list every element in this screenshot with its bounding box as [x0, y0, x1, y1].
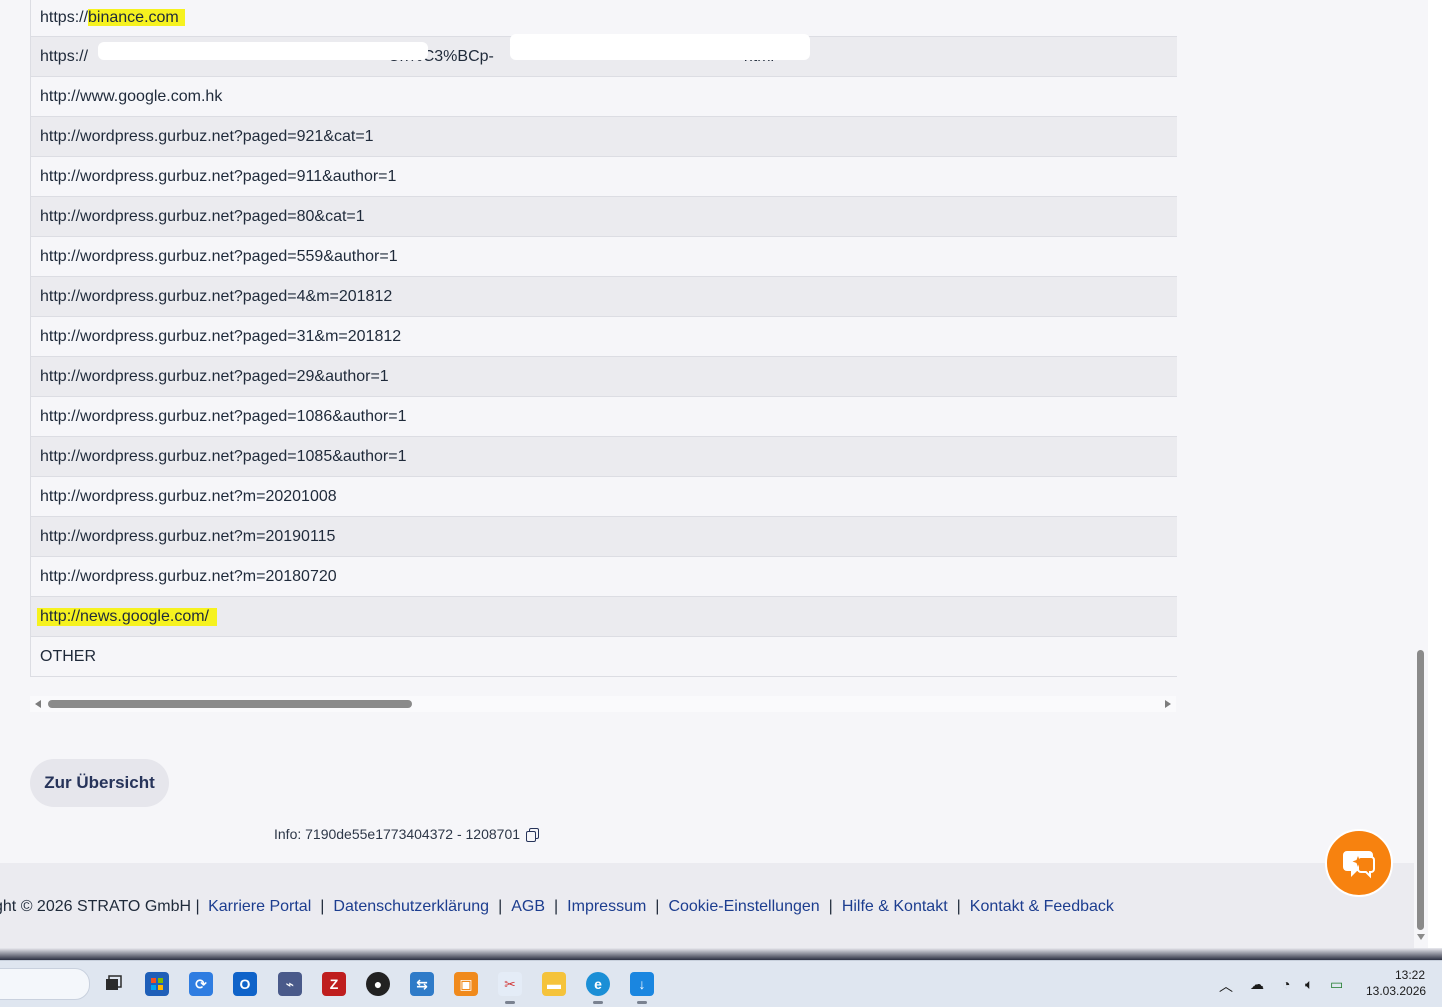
referrer-url[interactable]: http://wordpress.gurbuz.net?paged=911&au…	[40, 168, 396, 186]
copyright-text: ght © 2026 STRATO GmbH |	[0, 898, 200, 915]
footer-link-privacy[interactable]: Datenschutzerklärung	[333, 898, 489, 915]
taskbar: ⟳ O ⌁ Z ● ⇆ ▣ ✂ ▬ e ↓ ︿ ☁ ◔ 🔈︎ ▭ 13:22 1…	[0, 960, 1442, 1007]
volume-icon[interactable]: 🔈︎	[1305, 976, 1313, 993]
table-row: http://wordpress.gurbuz.net?paged=921&ca…	[31, 117, 1177, 157]
table-row: https://binance.com	[31, 0, 1177, 37]
info-line: Info: 7190de55e1773404372 - 1208701	[274, 826, 540, 842]
redaction-mark	[98, 41, 428, 60]
filezilla-icon[interactable]: Z	[322, 972, 346, 996]
window-edge	[1428, 0, 1442, 960]
media-player-icon[interactable]: ●	[366, 972, 390, 996]
browser-viewport: https://binance.com https://Cn%C3%BCp-ht…	[0, 0, 1414, 948]
window-bottom-edge	[0, 948, 1442, 960]
table-row: http://wordpress.gurbuz.net?paged=4&m=20…	[31, 277, 1177, 317]
table-row: http://wordpress.gurbuz.net?paged=1085&a…	[31, 437, 1177, 477]
referrer-url-redacted[interactable]: https://Cn%C3%BCp-html	[40, 33, 810, 66]
task-view-icon[interactable]	[101, 972, 125, 996]
compare-tool-icon[interactable]: ⇆	[410, 972, 434, 996]
outlook-icon[interactable]: O	[233, 972, 257, 996]
taskbar-search-box[interactable]	[0, 968, 90, 1000]
referrer-url[interactable]: http://wordpress.gurbuz.net?paged=29&aut…	[40, 368, 389, 386]
referrer-url[interactable]: http://wordpress.gurbuz.net?m=20201008	[40, 488, 337, 506]
referrer-url[interactable]: http://wordpress.gurbuz.net?m=20180720	[40, 568, 337, 586]
footer-link-terms[interactable]: AGB	[511, 898, 545, 915]
scroll-down-arrow-icon[interactable]	[1417, 934, 1425, 940]
referrer-other: OTHER	[40, 647, 96, 665]
show-hidden-icons-chevron-icon[interactable]: ︿	[1219, 976, 1233, 996]
clock-time[interactable]: 13:22	[1395, 968, 1425, 982]
vertical-scrollbar[interactable]	[1414, 0, 1428, 948]
battery-icon[interactable]: ▭	[1330, 976, 1343, 993]
table-row: http://wordpress.gurbuz.net?paged=911&au…	[31, 157, 1177, 197]
table-row: http://wordpress.gurbuz.net?paged=1086&a…	[31, 397, 1177, 437]
app-running-indicator	[505, 1001, 515, 1004]
edge-browser-icon[interactable]: e	[586, 972, 610, 996]
chat-sparkle-icon	[1343, 851, 1375, 879]
vertical-scroll-thumb[interactable]	[1417, 650, 1424, 930]
horizontal-scrollbar[interactable]	[30, 696, 1176, 712]
footer-link-help[interactable]: Hilfe & Kontakt	[842, 898, 948, 915]
onedrive-icon[interactable]: ☁	[1250, 976, 1264, 993]
copy-icon[interactable]	[526, 827, 540, 842]
referrer-table: https://binance.com https://Cn%C3%BCp-ht…	[30, 0, 1177, 677]
highlighter-mark: binance.com	[88, 9, 185, 26]
app-running-indicator	[593, 1001, 603, 1004]
scroll-right-arrow-icon[interactable]	[1165, 700, 1171, 708]
footer-links: ght © 2026 STRATO GmbH | Karriere Portal…	[0, 898, 1114, 916]
referrer-url[interactable]: http://wordpress.gurbuz.net?paged=1085&a…	[40, 448, 407, 466]
referrer-url[interactable]: http://wordpress.gurbuz.net?paged=4&m=20…	[40, 288, 392, 306]
chat-assistant-button[interactable]	[1325, 829, 1393, 897]
snipping-tool-icon[interactable]: ✂	[498, 972, 522, 996]
redaction-mark	[510, 33, 810, 60]
table-row: http://wordpress.gurbuz.net?m=20201008	[31, 477, 1177, 517]
referrer-url[interactable]: http://wordpress.gurbuz.net?paged=1086&a…	[40, 408, 407, 426]
file-explorer-icon[interactable]: ▬	[542, 972, 566, 996]
app-running-indicator	[637, 1001, 647, 1004]
referrer-url-highlighted[interactable]: http://news.google.com/	[37, 607, 217, 626]
info-text: Info: 7190de55e1773404372 - 1208701	[274, 826, 521, 842]
table-row: OTHER	[31, 637, 1177, 677]
referrer-url[interactable]: https://binance.com	[40, 9, 185, 27]
table-row: http://news.google.com/	[31, 597, 1177, 637]
referrer-url[interactable]: http://wordpress.gurbuz.net?paged=559&au…	[40, 248, 398, 266]
sync-icon[interactable]: ⟳	[189, 972, 213, 996]
network-tool-icon[interactable]: ⌁	[278, 972, 302, 996]
table-row: https://Cn%C3%BCp-html	[31, 33, 1177, 77]
wifi-icon[interactable]: ◔	[1282, 976, 1290, 992]
table-row: http://wordpress.gurbuz.net?paged=29&aut…	[31, 357, 1177, 397]
table-row: http://wordpress.gurbuz.net?m=20180720	[31, 557, 1177, 597]
scroll-left-arrow-icon[interactable]	[35, 700, 41, 708]
referrer-url[interactable]: http://wordpress.gurbuz.net?m=20190115	[40, 528, 335, 546]
table-row: http://wordpress.gurbuz.net?m=20190115	[31, 517, 1177, 557]
footer-link-careers[interactable]: Karriere Portal	[208, 898, 311, 915]
footer-link-cookie-settings[interactable]: Cookie-Einstellungen	[668, 898, 819, 915]
referrer-url[interactable]: http://wordpress.gurbuz.net?paged=31&m=2…	[40, 328, 401, 346]
store-icon[interactable]	[145, 972, 169, 996]
table-row: http://wordpress.gurbuz.net?paged=559&au…	[31, 237, 1177, 277]
table-row: http://wordpress.gurbuz.net?paged=80&cat…	[31, 197, 1177, 237]
virtual-desktop-icon[interactable]: ▣	[454, 972, 478, 996]
footer: ght © 2026 STRATO GmbH | Karriere Portal…	[0, 863, 1414, 948]
downloader-icon[interactable]: ↓	[630, 972, 654, 996]
referrer-url[interactable]: http://www.google.com.hk	[40, 88, 222, 106]
referrer-url[interactable]: http://wordpress.gurbuz.net?paged=921&ca…	[40, 128, 374, 146]
footer-link-feedback[interactable]: Kontakt & Feedback	[970, 898, 1114, 915]
referrer-url[interactable]: http://wordpress.gurbuz.net?paged=80&cat…	[40, 208, 365, 226]
back-to-overview-button[interactable]: Zur Übersicht	[30, 759, 169, 807]
table-row: http://www.google.com.hk	[31, 77, 1177, 117]
clock-date[interactable]: 13.03.2026	[1366, 984, 1426, 998]
footer-link-imprint[interactable]: Impressum	[567, 898, 646, 915]
horizontal-scroll-thumb[interactable]	[48, 700, 412, 708]
table-row: http://wordpress.gurbuz.net?paged=31&m=2…	[31, 317, 1177, 357]
